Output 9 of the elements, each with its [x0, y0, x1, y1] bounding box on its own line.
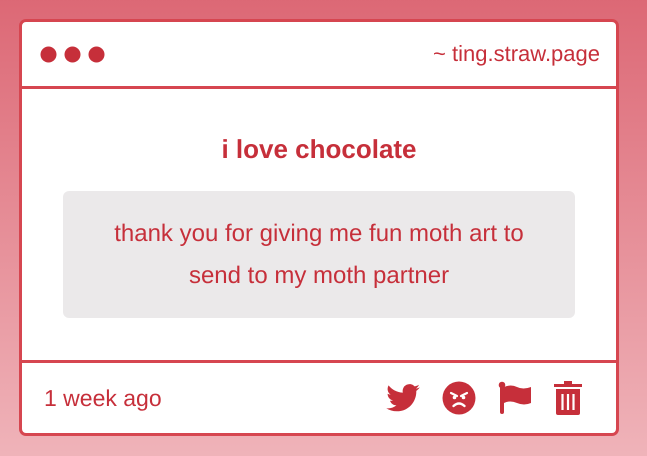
- site-address: ~ ting.straw.page: [433, 41, 600, 67]
- message-text: thank you for giving me fun moth art to send to my moth partner: [113, 218, 525, 290]
- timestamp: 1 week ago: [44, 384, 162, 412]
- window-dots-icon: [40, 46, 105, 62]
- flag-icon[interactable]: [498, 381, 532, 415]
- bird-icon[interactable]: [386, 384, 420, 412]
- note-title: i love chocolate: [221, 134, 417, 165]
- trash-icon[interactable]: [554, 381, 582, 415]
- angry-face-icon[interactable]: [442, 381, 476, 415]
